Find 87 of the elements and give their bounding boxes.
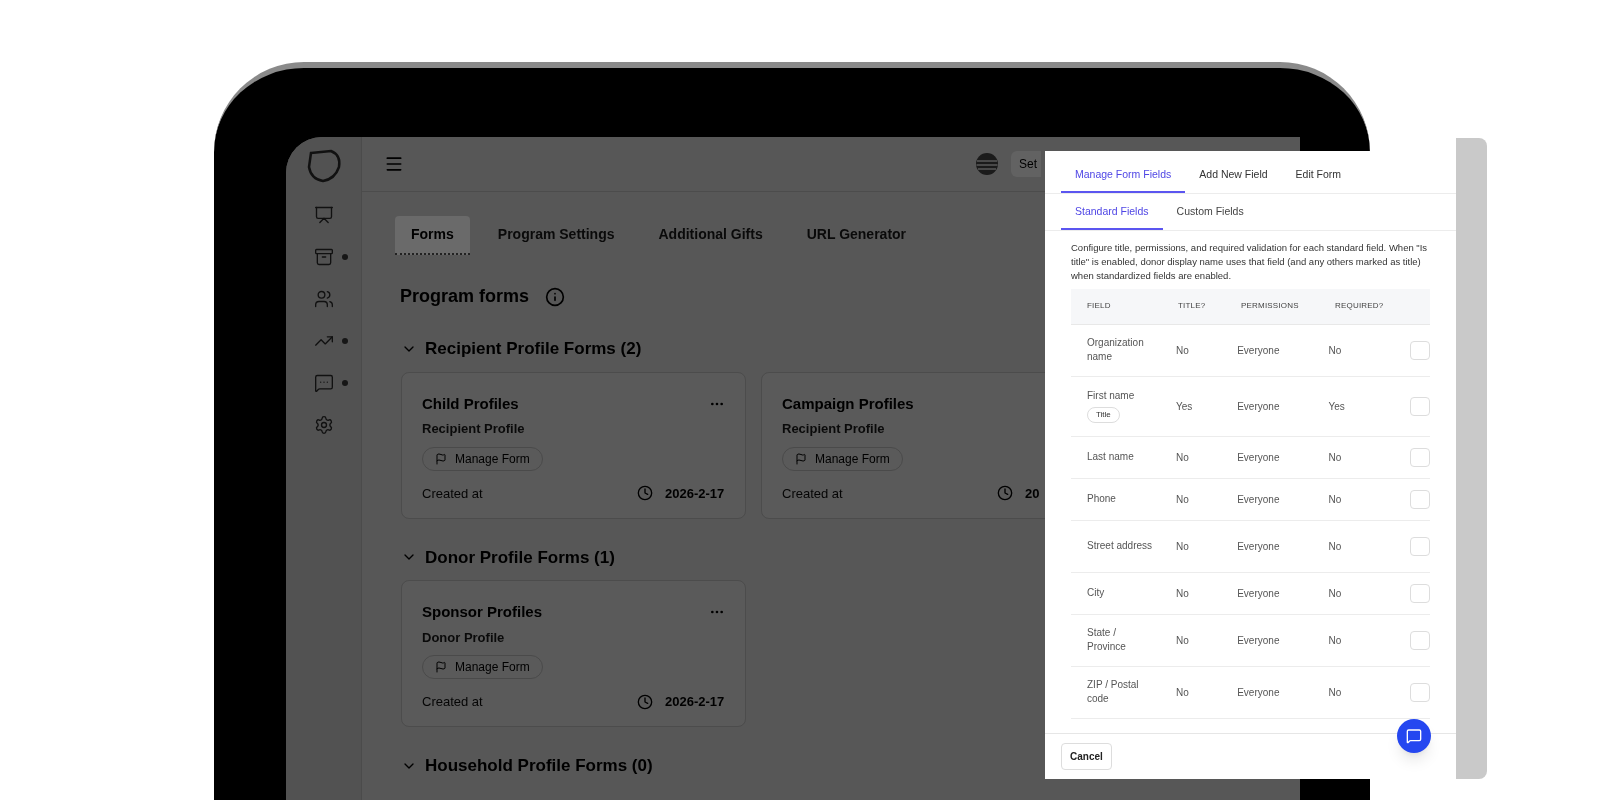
field-name: First name <box>1087 389 1135 403</box>
row-action-button[interactable] <box>1410 583 1430 603</box>
group-title[interactable]: Household Profile Forms (0) <box>425 753 653 779</box>
title-value: No <box>1176 586 1190 601</box>
created-date: 20 <box>1025 484 1040 503</box>
permissions-value: Everyone <box>1237 685 1281 700</box>
field-type-tab[interactable]: Custom Fields <box>1162 203 1258 230</box>
card-title: Sponsor Profiles <box>422 602 543 622</box>
card-title: Child Profiles <box>422 393 519 414</box>
modal-tab[interactable]: Manage Form Fields <box>1061 167 1186 193</box>
card-subtitle: Donor Profile <box>422 628 506 647</box>
row-action-button[interactable] <box>1410 682 1430 702</box>
page-tab[interactable]: Additional Gifts <box>642 216 779 255</box>
required-value: No <box>1328 685 1343 700</box>
created-label: Created at <box>422 484 483 503</box>
field-name: ZIP / Postal code <box>1087 678 1140 706</box>
created-label: Created at <box>422 693 483 711</box>
required-value: No <box>1328 450 1343 465</box>
group-title[interactable]: Recipient Profile Forms (2) <box>425 336 642 362</box>
title-value: No <box>1176 492 1190 507</box>
permissions-value: Everyone <box>1237 343 1281 358</box>
card-title: Campaign Profiles <box>782 393 914 414</box>
created-date: 2026-2-17 <box>665 693 725 711</box>
flag-icon <box>795 452 807 465</box>
row-action-button[interactable] <box>1410 396 1430 416</box>
group-title[interactable]: Donor Profile Forms (1) <box>425 544 615 570</box>
page-tab[interactable]: Program Settings <box>481 216 631 255</box>
permissions-value: Everyone <box>1237 492 1281 507</box>
info-icon[interactable] <box>545 286 566 307</box>
column-header: PERMISSIONS <box>1241 300 1300 312</box>
field-name: Street address <box>1087 539 1153 553</box>
chat-bubble-icon <box>1406 728 1422 744</box>
card-subtitle: Recipient Profile <box>782 420 886 438</box>
permissions-value: Everyone <box>1237 586 1281 601</box>
field-name: Phone <box>1087 492 1116 506</box>
clock-icon <box>997 485 1013 502</box>
title-value: No <box>1176 343 1190 358</box>
flag-icon <box>435 661 447 673</box>
chat-icon[interactable] <box>313 373 334 393</box>
column-header: FIELD <box>1086 300 1112 312</box>
header-button[interactable]: Set <box>1011 151 1041 177</box>
row-action-button[interactable] <box>1410 536 1430 556</box>
created-label: Created at <box>782 484 843 503</box>
drawer-icon[interactable] <box>313 247 334 267</box>
field-type-tab[interactable]: Standard Fields <box>1061 203 1163 230</box>
menu-icon[interactable] <box>384 154 404 174</box>
clock-icon <box>637 693 653 710</box>
page-tab[interactable]: Forms <box>395 216 470 255</box>
title-value: No <box>1176 633 1190 648</box>
row-action-button[interactable] <box>1410 340 1430 360</box>
permissions-value: Everyone <box>1237 539 1281 554</box>
modal-tab[interactable]: Edit Form <box>1281 167 1356 193</box>
title-value: No <box>1176 539 1190 554</box>
modal-tab[interactable]: Add New Field <box>1185 167 1282 193</box>
cancel-button[interactable]: Cancel <box>1061 743 1112 770</box>
required-value: No <box>1328 633 1343 648</box>
field-name: State / Province <box>1087 626 1127 654</box>
field-name: City <box>1087 586 1105 600</box>
title-value: No <box>1176 685 1190 700</box>
flag-icon <box>435 452 447 465</box>
column-header: REQUIRED? <box>1335 300 1385 312</box>
required-value: No <box>1328 343 1343 358</box>
page-title: Program forms <box>400 285 530 308</box>
required-value: No <box>1328 492 1343 507</box>
row-action-button[interactable] <box>1410 630 1430 650</box>
permissions-value: Everyone <box>1237 633 1281 648</box>
permissions-value: Everyone <box>1237 450 1281 465</box>
required-value: Yes <box>1328 399 1346 414</box>
row-action-button[interactable] <box>1410 489 1430 509</box>
page-tab[interactable]: URL Generator <box>790 216 923 255</box>
title-value: Yes <box>1176 399 1194 414</box>
description-text: Configure title, permissions, and required validation for each standard field. When "Is title" is enabled, donor display name uses that field (and any others marked as title) when standardized fields are enabled. <box>1070 240 1429 283</box>
created-date: 2026-2-17 <box>665 484 725 503</box>
settings-icon[interactable] <box>313 415 334 435</box>
card-subtitle: Recipient Profile <box>422 420 526 438</box>
flag-avatar-icon[interactable] <box>975 152 999 176</box>
clock-icon <box>637 485 653 502</box>
title-value: No <box>1176 450 1190 465</box>
presentation-icon[interactable] <box>313 205 334 225</box>
field-name: Last name <box>1087 450 1134 464</box>
people-icon[interactable] <box>313 289 334 309</box>
field-name: Organization name <box>1087 336 1145 364</box>
required-value: No <box>1328 539 1343 554</box>
required-value: No <box>1328 586 1343 601</box>
permissions-value: Everyone <box>1237 399 1281 414</box>
column-header: TITLE? <box>1178 300 1207 312</box>
row-action-button[interactable] <box>1410 447 1430 467</box>
